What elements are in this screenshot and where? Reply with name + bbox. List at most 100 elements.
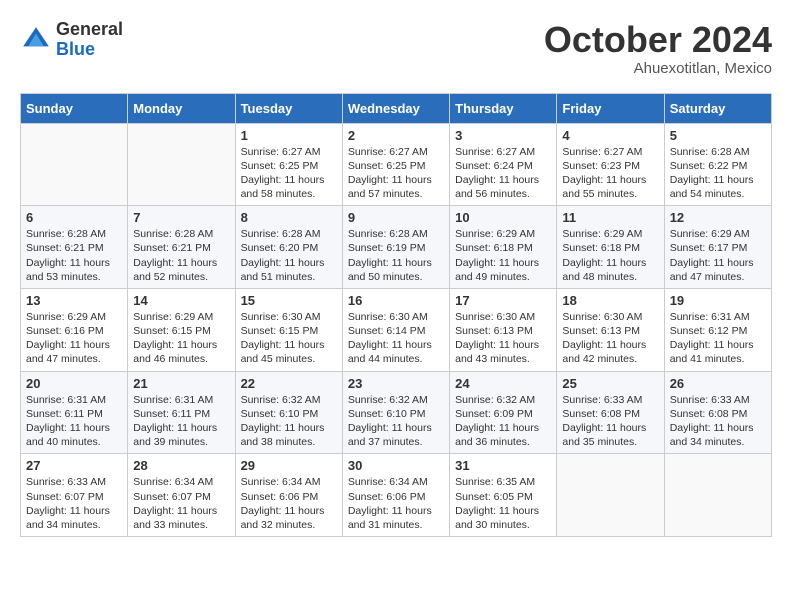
- cell-info: Sunrise: 6:31 AM Sunset: 6:11 PM Dayligh…: [26, 393, 122, 450]
- day-number: 12: [670, 210, 766, 225]
- cell-info: Sunrise: 6:29 AM Sunset: 6:17 PM Dayligh…: [670, 227, 766, 284]
- cell-info: Sunrise: 6:30 AM Sunset: 6:15 PM Dayligh…: [241, 310, 337, 367]
- cell-info: Sunrise: 6:33 AM Sunset: 6:08 PM Dayligh…: [670, 393, 766, 450]
- cell-info: Sunrise: 6:29 AM Sunset: 6:18 PM Dayligh…: [562, 227, 658, 284]
- calendar-cell: 18Sunrise: 6:30 AM Sunset: 6:13 PM Dayli…: [557, 288, 664, 371]
- calendar-cell: 24 Sunrise: 6:32 AM Sunset: 6:09 PM Dayli…: [450, 371, 557, 454]
- cell-info: Sunrise: 6:29 AM Sunset: 6:15 PM Dayligh…: [133, 310, 229, 367]
- day-number: 23: [348, 376, 444, 391]
- cell-info: Sunrise: 6:31 AM Sunset: 6:12 PM Dayligh…: [670, 310, 766, 367]
- day-number: 10: [455, 210, 551, 225]
- calendar-cell: 4 Sunrise: 6:27 AM Sunset: 6:23 PM Daylig…: [557, 123, 664, 206]
- calendar-cell: 5Sunrise: 6:28 AM Sunset: 6:22 PM Daylig…: [664, 123, 771, 206]
- calendar-table: SundayMondayTuesdayWednesdayThursdayFrid…: [20, 93, 772, 537]
- cell-info: Sunrise: 6:27 AM Sunset: 6:23 PM Dayligh…: [562, 145, 658, 202]
- day-number: 24: [455, 376, 551, 391]
- title-block: October 2024 Ahuexotitlan, Mexico: [544, 20, 772, 77]
- calendar-cell: 13 Sunrise: 6:29 AM Sunset: 6:16 PM Dayli…: [21, 288, 128, 371]
- calendar-cell: 10Sunrise: 6:29 AM Sunset: 6:18 PM Dayli…: [450, 206, 557, 289]
- cell-info: Sunrise: 6:29 AM Sunset: 6:16 PM Dayligh…: [26, 310, 122, 367]
- day-number: 28: [133, 458, 229, 473]
- day-number: 20: [26, 376, 122, 391]
- cell-info: Sunrise: 6:32 AM Sunset: 6:10 PM Dayligh…: [241, 393, 337, 450]
- day-number: 7: [133, 210, 229, 225]
- calendar-cell: 7 Sunrise: 6:28 AM Sunset: 6:21 PM Daylig…: [128, 206, 235, 289]
- cell-info: Sunrise: 6:30 AM Sunset: 6:13 PM Dayligh…: [455, 310, 551, 367]
- calendar-cell: 11 Sunrise: 6:29 AM Sunset: 6:18 PM Dayli…: [557, 206, 664, 289]
- logo: General Blue: [20, 20, 123, 60]
- logo-icon: [20, 24, 52, 56]
- day-number: 11: [562, 210, 658, 225]
- calendar-cell: 1 Sunrise: 6:27 AM Sunset: 6:25 PM Daylig…: [235, 123, 342, 206]
- day-number: 13: [26, 293, 122, 308]
- header-friday: Friday: [557, 93, 664, 123]
- day-number: 3: [455, 128, 551, 143]
- cell-info: Sunrise: 6:32 AM Sunset: 6:10 PM Dayligh…: [348, 393, 444, 450]
- location-subtitle: Ahuexotitlan, Mexico: [544, 60, 772, 77]
- day-number: 21: [133, 376, 229, 391]
- cell-info: Sunrise: 6:34 AM Sunset: 6:06 PM Dayligh…: [241, 475, 337, 532]
- day-number: 1: [241, 128, 337, 143]
- day-number: 4: [562, 128, 658, 143]
- calendar-cell: 31 Sunrise: 6:35 AM Sunset: 6:05 PM Dayli…: [450, 454, 557, 537]
- calendar-header: SundayMondayTuesdayWednesdayThursdayFrid…: [21, 93, 772, 123]
- calendar-cell: 26 Sunrise: 6:33 AM Sunset: 6:08 PM Dayli…: [664, 371, 771, 454]
- calendar-cell: [21, 123, 128, 206]
- calendar-week-2: 6 Sunrise: 6:28 AM Sunset: 6:21 PM Daylig…: [21, 206, 772, 289]
- day-number: 26: [670, 376, 766, 391]
- month-title: October 2024: [544, 20, 772, 60]
- day-number: 29: [241, 458, 337, 473]
- day-number: 22: [241, 376, 337, 391]
- cell-info: Sunrise: 6:30 AM Sunset: 6:14 PM Dayligh…: [348, 310, 444, 367]
- day-number: 25: [562, 376, 658, 391]
- cell-info: Sunrise: 6:28 AM Sunset: 6:21 PM Dayligh…: [133, 227, 229, 284]
- calendar-cell: 25Sunrise: 6:33 AM Sunset: 6:08 PM Dayli…: [557, 371, 664, 454]
- calendar-cell: 2Sunrise: 6:27 AM Sunset: 6:25 PM Daylig…: [342, 123, 449, 206]
- header-wednesday: Wednesday: [342, 93, 449, 123]
- logo-text: General Blue: [56, 20, 123, 60]
- day-number: 5: [670, 128, 766, 143]
- cell-info: Sunrise: 6:35 AM Sunset: 6:05 PM Dayligh…: [455, 475, 551, 532]
- header-monday: Monday: [128, 93, 235, 123]
- day-number: 19: [670, 293, 766, 308]
- day-number: 27: [26, 458, 122, 473]
- calendar-cell: 9Sunrise: 6:28 AM Sunset: 6:19 PM Daylig…: [342, 206, 449, 289]
- calendar-cell: 28Sunrise: 6:34 AM Sunset: 6:07 PM Dayli…: [128, 454, 235, 537]
- cell-info: Sunrise: 6:31 AM Sunset: 6:11 PM Dayligh…: [133, 393, 229, 450]
- calendar-cell: 16 Sunrise: 6:30 AM Sunset: 6:14 PM Dayli…: [342, 288, 449, 371]
- calendar-cell: [664, 454, 771, 537]
- header-tuesday: Tuesday: [235, 93, 342, 123]
- calendar-cell: 14Sunrise: 6:29 AM Sunset: 6:15 PM Dayli…: [128, 288, 235, 371]
- day-number: 17: [455, 293, 551, 308]
- cell-info: Sunrise: 6:32 AM Sunset: 6:09 PM Dayligh…: [455, 393, 551, 450]
- day-number: 30: [348, 458, 444, 473]
- cell-info: Sunrise: 6:27 AM Sunset: 6:24 PM Dayligh…: [455, 145, 551, 202]
- day-number: 16: [348, 293, 444, 308]
- day-number: 8: [241, 210, 337, 225]
- logo-general: General: [56, 20, 123, 40]
- cell-info: Sunrise: 6:28 AM Sunset: 6:21 PM Dayligh…: [26, 227, 122, 284]
- calendar-cell: 15 Sunrise: 6:30 AM Sunset: 6:15 PM Dayli…: [235, 288, 342, 371]
- page-header: General Blue October 2024 Ahuexotitlan, …: [20, 20, 772, 77]
- calendar-week-4: 20 Sunrise: 6:31 AM Sunset: 6:11 PM Dayli…: [21, 371, 772, 454]
- logo-blue: Blue: [56, 40, 123, 60]
- calendar-cell: 23 Sunrise: 6:32 AM Sunset: 6:10 PM Dayli…: [342, 371, 449, 454]
- calendar-cell: 21 Sunrise: 6:31 AM Sunset: 6:11 PM Dayli…: [128, 371, 235, 454]
- calendar-cell: 19 Sunrise: 6:31 AM Sunset: 6:12 PM Dayli…: [664, 288, 771, 371]
- calendar-cell: 12 Sunrise: 6:29 AM Sunset: 6:17 PM Dayli…: [664, 206, 771, 289]
- cell-info: Sunrise: 6:27 AM Sunset: 6:25 PM Dayligh…: [241, 145, 337, 202]
- cell-info: Sunrise: 6:34 AM Sunset: 6:06 PM Dayligh…: [348, 475, 444, 532]
- cell-info: Sunrise: 6:27 AM Sunset: 6:25 PM Dayligh…: [348, 145, 444, 202]
- cell-info: Sunrise: 6:33 AM Sunset: 6:07 PM Dayligh…: [26, 475, 122, 532]
- calendar-cell: 20 Sunrise: 6:31 AM Sunset: 6:11 PM Dayli…: [21, 371, 128, 454]
- day-number: 6: [26, 210, 122, 225]
- day-number: 31: [455, 458, 551, 473]
- calendar-cell: 27 Sunrise: 6:33 AM Sunset: 6:07 PM Dayli…: [21, 454, 128, 537]
- day-number: 15: [241, 293, 337, 308]
- cell-info: Sunrise: 6:28 AM Sunset: 6:20 PM Dayligh…: [241, 227, 337, 284]
- calendar-cell: 17 Sunrise: 6:30 AM Sunset: 6:13 PM Dayli…: [450, 288, 557, 371]
- calendar-cell: 3 Sunrise: 6:27 AM Sunset: 6:24 PM Daylig…: [450, 123, 557, 206]
- day-number: 18: [562, 293, 658, 308]
- calendar-cell: 30 Sunrise: 6:34 AM Sunset: 6:06 PM Dayli…: [342, 454, 449, 537]
- header-sunday: Sunday: [21, 93, 128, 123]
